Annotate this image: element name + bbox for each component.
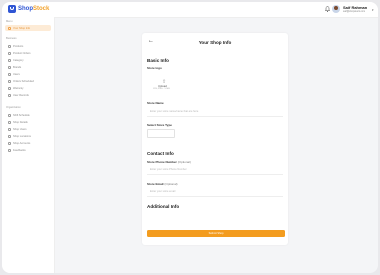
store-name-input[interactable]: Enter your store name/name that are here bbox=[147, 108, 283, 117]
sidebar-item-orders-scheduled[interactable]: Orders Scheduled bbox=[5, 78, 51, 84]
store-logo-label: Store logo bbox=[147, 66, 162, 70]
sidebar-item-shop-users[interactable]: Shop Users bbox=[5, 126, 51, 132]
store-type-label: Select Store Type bbox=[147, 123, 172, 127]
store-type-select[interactable] bbox=[147, 129, 175, 138]
brand-name-part2: Stock bbox=[33, 6, 50, 12]
cart-icon bbox=[8, 51, 11, 55]
sidebar-item-shop-details[interactable]: Shop Details bbox=[5, 119, 51, 125]
bag-icon bbox=[8, 5, 16, 13]
sidebar-item-user-records[interactable]: User Records bbox=[5, 92, 51, 98]
user-email: saif@shopstock.com bbox=[343, 10, 366, 13]
brand-logo[interactable]: ShopStock bbox=[8, 5, 49, 13]
bell-icon[interactable] bbox=[325, 6, 330, 12]
app-window: ShopStock Menu Your Shop Info Business P… bbox=[2, 2, 378, 273]
email-input[interactable]: Enter your store email bbox=[147, 188, 283, 197]
sidebar: ShopStock Menu Your Shop Info Business P… bbox=[2, 2, 55, 273]
sidebar-item-users[interactable]: Users bbox=[5, 71, 51, 77]
phone-label: Store Phone Number (Optional) bbox=[147, 160, 191, 164]
sidebar-item-shop-accounts[interactable]: Shop Accounts bbox=[5, 140, 51, 146]
store-icon bbox=[8, 26, 11, 30]
pin-icon bbox=[8, 134, 11, 138]
brand-name-part1: Shop bbox=[18, 6, 33, 12]
phone-placeholder: Enter your store Phone Number bbox=[150, 168, 187, 171]
store-name-placeholder: Enter your store name/name that are here bbox=[150, 110, 199, 113]
users-icon bbox=[8, 127, 11, 131]
tag-icon bbox=[8, 65, 11, 69]
file-icon bbox=[8, 93, 11, 97]
sidebar-item-feedbacks[interactable]: Feedbacks bbox=[5, 147, 51, 153]
sidebar-item-your-shop-info[interactable]: Your Shop Info bbox=[5, 25, 51, 31]
calendar-icon bbox=[8, 79, 11, 83]
basic-info-heading: Basic Info bbox=[147, 58, 169, 63]
email-placeholder: Enter your store email bbox=[150, 190, 176, 193]
sidebar-item-warranty[interactable]: Warranty bbox=[5, 85, 51, 91]
submit-button[interactable]: Submit Shop bbox=[147, 230, 285, 237]
box-icon bbox=[8, 44, 11, 48]
shield-icon bbox=[8, 86, 11, 90]
sidebar-item-product-orders[interactable]: Product Orders bbox=[5, 50, 51, 56]
sidebar-item-products[interactable]: Products bbox=[5, 43, 51, 49]
avatar[interactable] bbox=[332, 5, 340, 13]
sidebar-section-organization: Organization bbox=[6, 106, 21, 109]
clock-icon bbox=[8, 113, 11, 117]
chat-icon bbox=[8, 148, 11, 152]
upload-hint: JPG,PNG · 5 MB bbox=[153, 88, 170, 90]
chevron-down-icon[interactable]: ▾ bbox=[372, 8, 374, 12]
sidebar-item-shop-locations[interactable]: Shop Locations bbox=[5, 133, 51, 139]
phone-input[interactable]: Enter your store Phone Number bbox=[147, 166, 283, 175]
user-icon bbox=[8, 72, 11, 76]
grid-icon bbox=[8, 58, 11, 62]
sidebar-item-category[interactable]: Category bbox=[5, 57, 51, 63]
top-bar: Saif Rahman saif@shopstock.com ▾ bbox=[54, 2, 378, 18]
store-icon bbox=[8, 120, 11, 124]
additional-info-heading: Additional Info bbox=[147, 204, 180, 209]
sidebar-section-business: Business bbox=[6, 37, 17, 40]
contact-info-heading: Contact Info bbox=[147, 151, 174, 156]
wallet-icon bbox=[8, 141, 11, 145]
sidebar-item-brands[interactable]: Brands bbox=[5, 64, 51, 70]
page-title: Your Shop Info bbox=[198, 40, 232, 45]
email-label: Store Email (Optional) bbox=[147, 182, 178, 186]
shop-info-card: ← Your Shop Info Basic Info Store logo ⇧… bbox=[142, 33, 288, 245]
sidebar-item-label: Your Shop Info bbox=[13, 26, 31, 30]
store-name-label: Store Name bbox=[147, 101, 164, 105]
sidebar-item-shift-schedule[interactable]: Shift Schedule bbox=[5, 112, 51, 118]
sidebar-top-label: Menu bbox=[6, 20, 13, 23]
